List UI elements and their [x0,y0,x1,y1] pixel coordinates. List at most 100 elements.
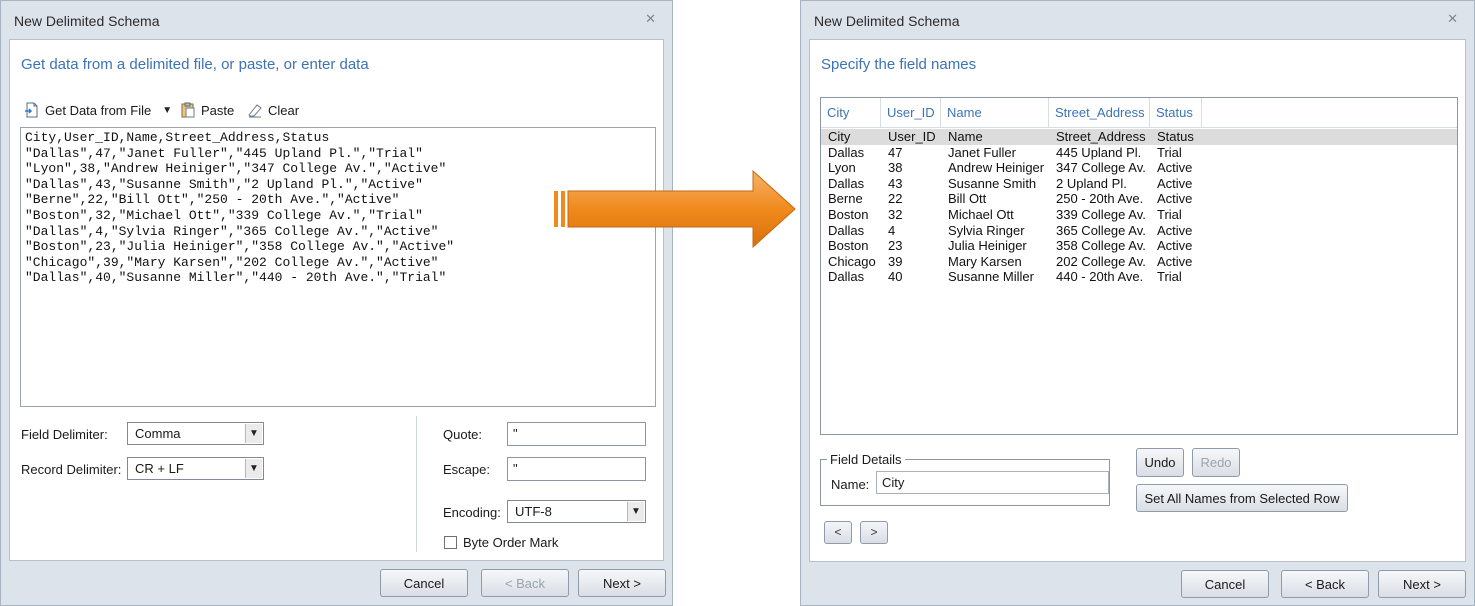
encoding-select[interactable]: UTF-8 ▼ [507,500,646,523]
dialog-title: New Delimited Schema [14,13,160,29]
table-row[interactable]: Boston 32 Michael Ott 339 College Av. Trial [821,207,1457,223]
cell-status: Active [1157,222,1193,238]
cell-user-id: User_ID [888,129,936,144]
cell-status: Status [1157,129,1194,144]
cell-user-id: 40 [888,269,903,285]
field-delimiter-select[interactable]: Comma ▼ [127,422,264,445]
cell-user-id: 22 [888,191,903,207]
quote-input[interactable]: " [507,422,646,446]
set-all-names-button[interactable]: Set All Names from Selected Row [1136,484,1348,512]
dropdown-arrow-icon[interactable]: ▼ [627,502,644,521]
table-row[interactable]: Chicago 39 Mary Karsen 202 College Av. Activ… [821,254,1457,270]
escape-label: Escape: [443,462,490,477]
cell-user-id: 39 [888,253,903,269]
column-header-status[interactable]: Status [1150,98,1202,128]
cell-street-address: 2 Upland Pl. [1056,175,1127,191]
cancel-button[interactable]: Cancel [1181,570,1269,598]
cell-user-id: 4 [888,222,896,238]
paste-button[interactable]: Paste [180,102,234,118]
previous-column-button[interactable]: < [824,521,852,544]
column-header-user-id[interactable]: User_ID [881,98,941,128]
redo-button[interactable]: Redo [1192,448,1240,477]
back-button[interactable]: < Back [1281,570,1369,598]
cell-name: Janet Fuller [948,144,1016,160]
next-button[interactable]: Next > [1378,570,1466,598]
chevron-down-icon[interactable]: ▼ [162,105,172,116]
cell-street-address: 250 - 20th Ave. [1056,191,1144,207]
file-import-icon [24,102,40,118]
name-label: Name: [831,477,870,492]
column-header-city[interactable]: City [821,98,881,128]
cell-city: Dallas [828,269,865,285]
cell-city: Chicago [828,253,876,269]
cancel-button[interactable]: Cancel [380,569,468,597]
table-row[interactable]: Boston 23 Julia Heiniger 358 College Av. Act… [821,238,1457,254]
delimited-schema-dialog-step2: New Delimited Schema ✕ Specify the field… [800,0,1475,606]
cell-name: Julia Heiniger [948,238,1027,254]
title-bar: New Delimited Schema ✕ [801,1,1474,39]
cell-user-id: 38 [888,160,903,176]
cell-status: Active [1157,175,1193,191]
cell-name: Susanne Smith [948,175,1037,191]
cell-street-address: 365 College Av. [1056,222,1146,238]
field-delimiter-value: Comma [135,426,181,441]
eraser-icon [247,102,263,118]
cell-name: Susanne Miller [948,269,1034,285]
dropdown-arrow-icon[interactable]: ▼ [245,424,262,443]
cell-status: Active [1157,191,1193,207]
close-icon[interactable]: ✕ [1447,11,1458,27]
column-header-street-address[interactable]: Street_Address [1049,98,1150,128]
table-row[interactable]: Berne 22 Bill Ott 250 - 20th Ave. Active [821,191,1457,207]
cell-status: Active [1157,253,1193,269]
cell-name: Andrew Heiniger [948,160,1045,176]
field-details-group: Field Details Name: City [820,452,1110,506]
escape-input[interactable]: " [507,457,646,481]
table-row[interactable]: Dallas 47 Janet Fuller 445 Upland Pl. Trial [821,145,1457,161]
next-column-button[interactable]: > [860,521,888,544]
cell-name: Sylvia Ringer [948,222,1025,238]
next-button[interactable]: Next > [578,569,666,597]
grid-header: City User_ID Name Street_Address Status [821,98,1457,128]
dropdown-arrow-icon[interactable]: ▼ [245,459,262,478]
cell-status: Trial [1157,144,1182,160]
cell-status: Active [1157,160,1193,176]
table-row[interactable]: Dallas 4 Sylvia Ringer 365 College Av. Activ… [821,223,1457,239]
column-header-name[interactable]: Name [941,98,1049,128]
undo-button[interactable]: Undo [1136,448,1184,477]
cell-user-id: 32 [888,207,903,222]
get-data-label: Get Data from File [45,102,152,118]
field-names-grid[interactable]: City User_ID Name Street_Address Status … [820,97,1458,435]
cell-street-address: 339 College Av. [1056,207,1146,222]
byte-order-mark-label: Byte Order Mark [463,535,559,550]
cell-city: City [828,129,851,144]
cell-city: Dallas [828,222,865,238]
record-delimiter-label: Record Delimiter: [21,462,122,477]
page-heading: Specify the field names [821,56,977,73]
cell-street-address: Street_Address [1056,129,1146,144]
cell-city: Boston [828,238,869,254]
vertical-divider [416,416,417,552]
field-details-legend: Field Details [827,452,905,467]
content-panel: Get data from a delimited file, or paste… [9,39,664,561]
cell-name: Michael Ott [948,207,1014,222]
cell-street-address: 440 - 20th Ave. [1056,269,1144,285]
page-heading: Get data from a delimited file, or paste… [21,56,369,73]
cell-status: Trial [1157,207,1182,222]
cell-status: Trial [1157,269,1182,285]
cell-name: Name [948,129,983,144]
clear-button[interactable]: Clear [247,102,299,118]
table-row[interactable]: Dallas 43 Susanne Smith 2 Upland Pl. Active [821,176,1457,192]
cell-user-id: 43 [888,175,903,191]
field-delimiter-label: Field Delimiter: [21,427,108,442]
record-delimiter-select[interactable]: CR + LF ▼ [127,457,264,480]
get-data-from-file-button[interactable]: Get Data from File ▼ [24,102,172,118]
record-delimiter-value: CR + LF [135,461,184,476]
close-icon[interactable]: ✕ [645,11,656,27]
back-button[interactable]: < Back [481,569,569,597]
clipboard-icon [180,102,196,118]
table-row[interactable]: Dallas 40 Susanne Miller 440 - 20th Ave. Tri… [821,269,1457,285]
byte-order-mark-checkbox[interactable] [444,536,457,549]
table-row[interactable]: City User_ID Name Street_Address Status [821,129,1457,145]
table-row[interactable]: Lyon 38 Andrew Heiniger 347 College Av. Acti… [821,160,1457,176]
field-name-input[interactable]: City [876,471,1109,494]
